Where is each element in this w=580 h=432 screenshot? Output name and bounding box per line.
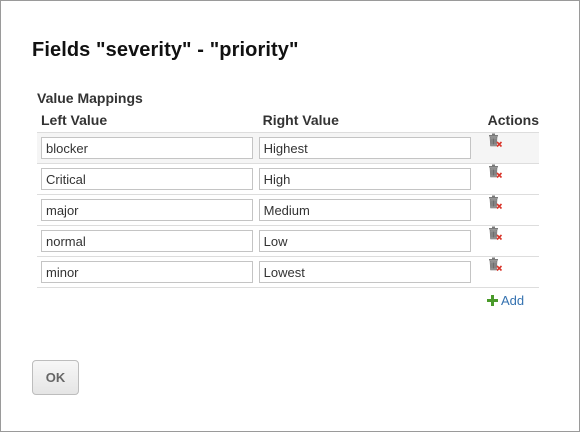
- delete-row-button[interactable]: [487, 133, 503, 149]
- trash-delete-icon: [488, 195, 502, 210]
- column-header-actions: Actions: [474, 107, 539, 133]
- trash-delete-icon: [488, 133, 502, 148]
- left-value-input[interactable]: [41, 137, 253, 159]
- dialog-title: Fields "severity" - "priority": [32, 39, 299, 61]
- delete-row-button[interactable]: [487, 195, 503, 211]
- plus-icon: [487, 295, 498, 306]
- mapping-dialog: Fields "severity" - "priority" Value Map…: [0, 0, 580, 432]
- add-mapping-link[interactable]: Add: [487, 293, 524, 308]
- table-header-row: Left Value Right Value Actions: [37, 107, 539, 133]
- value-mappings-table: Left Value Right Value Actions: [37, 107, 539, 288]
- table-row: [37, 256, 539, 288]
- left-value-input[interactable]: [41, 261, 253, 283]
- left-value-input[interactable]: [41, 168, 253, 190]
- left-value-input[interactable]: [41, 199, 253, 221]
- table-row: [37, 225, 539, 257]
- table-row: [37, 163, 539, 195]
- right-value-input[interactable]: [258, 230, 471, 252]
- left-value-input[interactable]: [41, 230, 253, 252]
- value-mappings-heading: Value Mappings: [37, 90, 143, 106]
- delete-row-button[interactable]: [487, 226, 503, 242]
- trash-delete-icon: [488, 257, 502, 272]
- column-header-left-value: Left Value: [37, 107, 259, 133]
- right-value-input[interactable]: [258, 261, 471, 283]
- table-row: [37, 194, 539, 226]
- trash-delete-icon: [488, 226, 502, 241]
- right-value-input[interactable]: [258, 168, 471, 190]
- column-header-right-value: Right Value: [258, 107, 475, 133]
- delete-row-button[interactable]: [487, 164, 503, 180]
- ok-button[interactable]: OK: [32, 360, 79, 395]
- add-link-label: Add: [501, 293, 525, 308]
- delete-row-button[interactable]: [487, 257, 503, 273]
- right-value-input[interactable]: [258, 199, 471, 221]
- trash-delete-icon: [488, 164, 502, 179]
- right-value-input[interactable]: [258, 137, 471, 159]
- table-row: [37, 132, 539, 164]
